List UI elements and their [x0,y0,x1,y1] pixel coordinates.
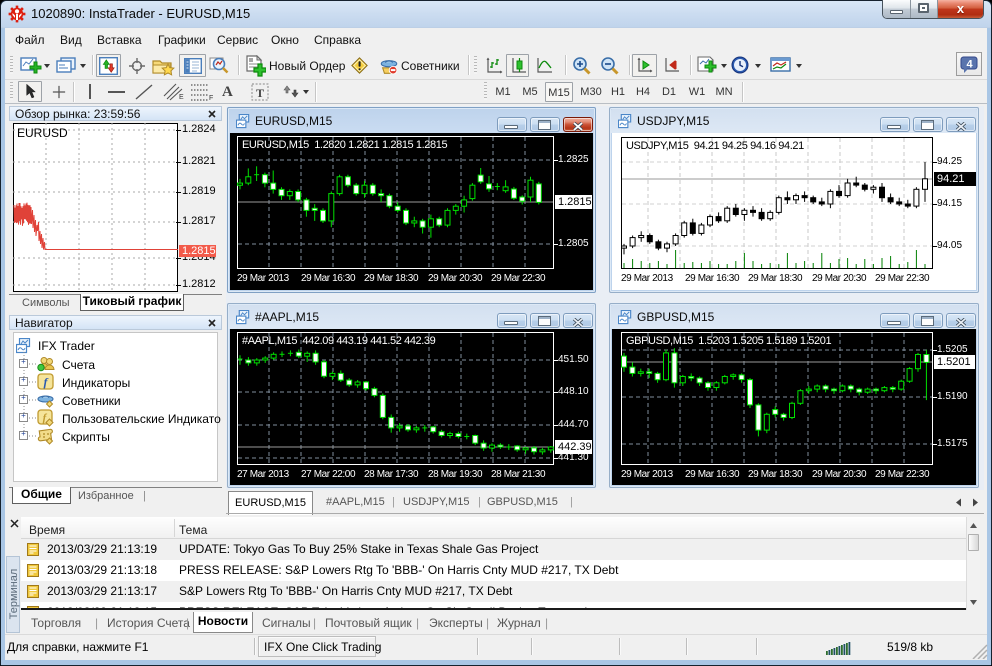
svg-text:T: T [256,86,264,100]
svg-text:E: E [179,94,184,101]
svg-text:F: F [209,95,213,101]
svg-text:4: 4 [966,59,973,71]
